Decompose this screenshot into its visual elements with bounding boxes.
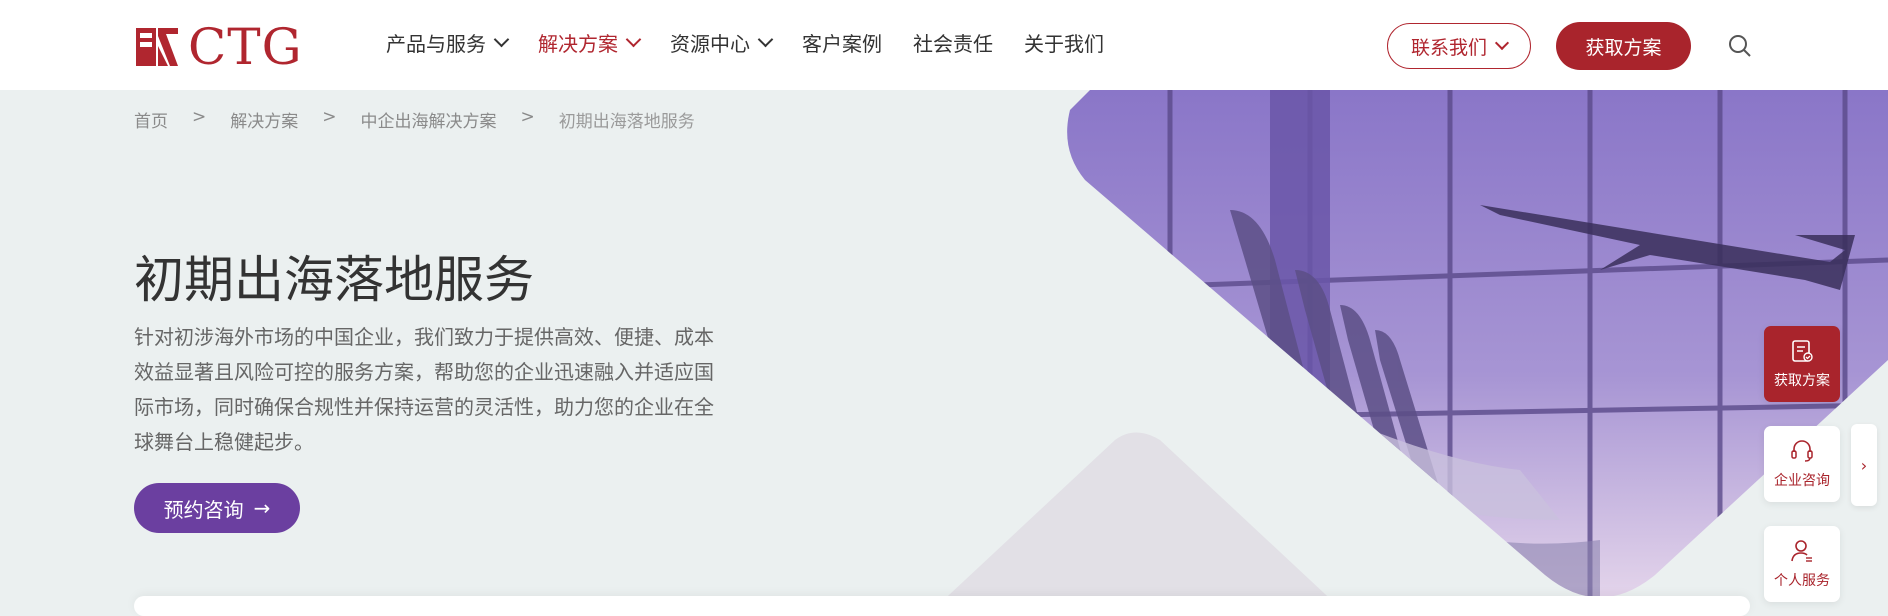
breadcrumb-overseas-solutions[interactable]: 中企出海解决方案 [361,107,497,132]
breadcrumb-separator: > [192,107,207,127]
nav-label: 解决方案 [538,32,618,56]
headset-icon [1791,440,1813,462]
contact-us-button[interactable]: 联系我们 [1387,23,1531,69]
nav-solutions[interactable]: 解决方案 [538,28,642,57]
breadcrumb-solutions[interactable]: 解决方案 [230,107,298,132]
person-icon [1791,540,1812,562]
breadcrumb-separator: > [520,107,535,127]
site-header: CTG 产品与服务 解决方案 资源中心 客户案例 社会责任 关于我们 联系我们 … [0,0,1888,90]
nav-label: 客户案例 [802,32,882,56]
page-title: 初期出海落地服务 [134,251,534,309]
search-icon[interactable] [1728,34,1752,58]
nav-social-responsibility[interactable]: 社会责任 [913,28,993,57]
expand-sidebar-tab[interactable]: › [1851,424,1877,506]
chevron-down-icon [493,31,510,48]
breadcrumb-separator: > [322,107,337,127]
breadcrumb-current: 初期出海落地服务 [558,112,695,132]
nav-label: 产品与服务 [386,32,486,56]
breadcrumb-home[interactable]: 首页 [134,107,168,132]
nav-resource-center[interactable]: 资源中心 [670,28,774,57]
chevron-down-icon [1494,35,1510,51]
breadcrumb: 首页 > 解决方案 > 中企出海解决方案 > 初期出海落地服务 [134,107,695,132]
nav-label: 关于我们 [1024,32,1104,56]
clipboard-icon [1792,340,1813,362]
main-nav: 产品与服务 解决方案 资源中心 客户案例 社会责任 关于我们 [386,28,1135,57]
float-label: 个人服务 [1774,573,1830,589]
float-label: 获取方案 [1774,373,1830,389]
nav-label: 资源中心 [670,32,750,56]
content-card-top-edge [134,596,1750,616]
book-consultation-button[interactable]: 预约咨询 → [134,483,300,533]
float-label: 企业咨询 [1774,473,1830,489]
get-plan-button[interactable]: 获取方案 [1556,22,1691,70]
chevron-down-icon [757,31,774,48]
ctg-logo-mark-icon [136,28,178,66]
hero-description: 针对初涉海外市场的中国企业，我们致力于提供高效、便捷、成本效益显著且风险可控的服… [134,325,714,454]
float-personal-service-button[interactable]: 个人服务 [1764,526,1840,602]
get-plan-label: 获取方案 [1585,36,1662,59]
cta-label: 预约咨询 [163,497,244,522]
logo-text: CTG [188,18,303,76]
nav-products-services[interactable]: 产品与服务 [386,28,510,57]
chevron-right-icon: › [1860,455,1868,475]
arrow-right-icon: → [253,496,271,520]
chevron-down-icon [625,31,642,48]
ctg-logo[interactable]: CTG [134,22,303,72]
float-enterprise-consult-button[interactable]: 企业咨询 [1764,426,1840,502]
nav-about-us[interactable]: 关于我们 [1024,28,1104,57]
contact-us-label: 联系我们 [1410,36,1487,59]
float-get-plan-button[interactable]: 获取方案 [1764,326,1840,402]
nav-label: 社会责任 [913,32,993,56]
nav-customer-cases[interactable]: 客户案例 [802,28,882,57]
